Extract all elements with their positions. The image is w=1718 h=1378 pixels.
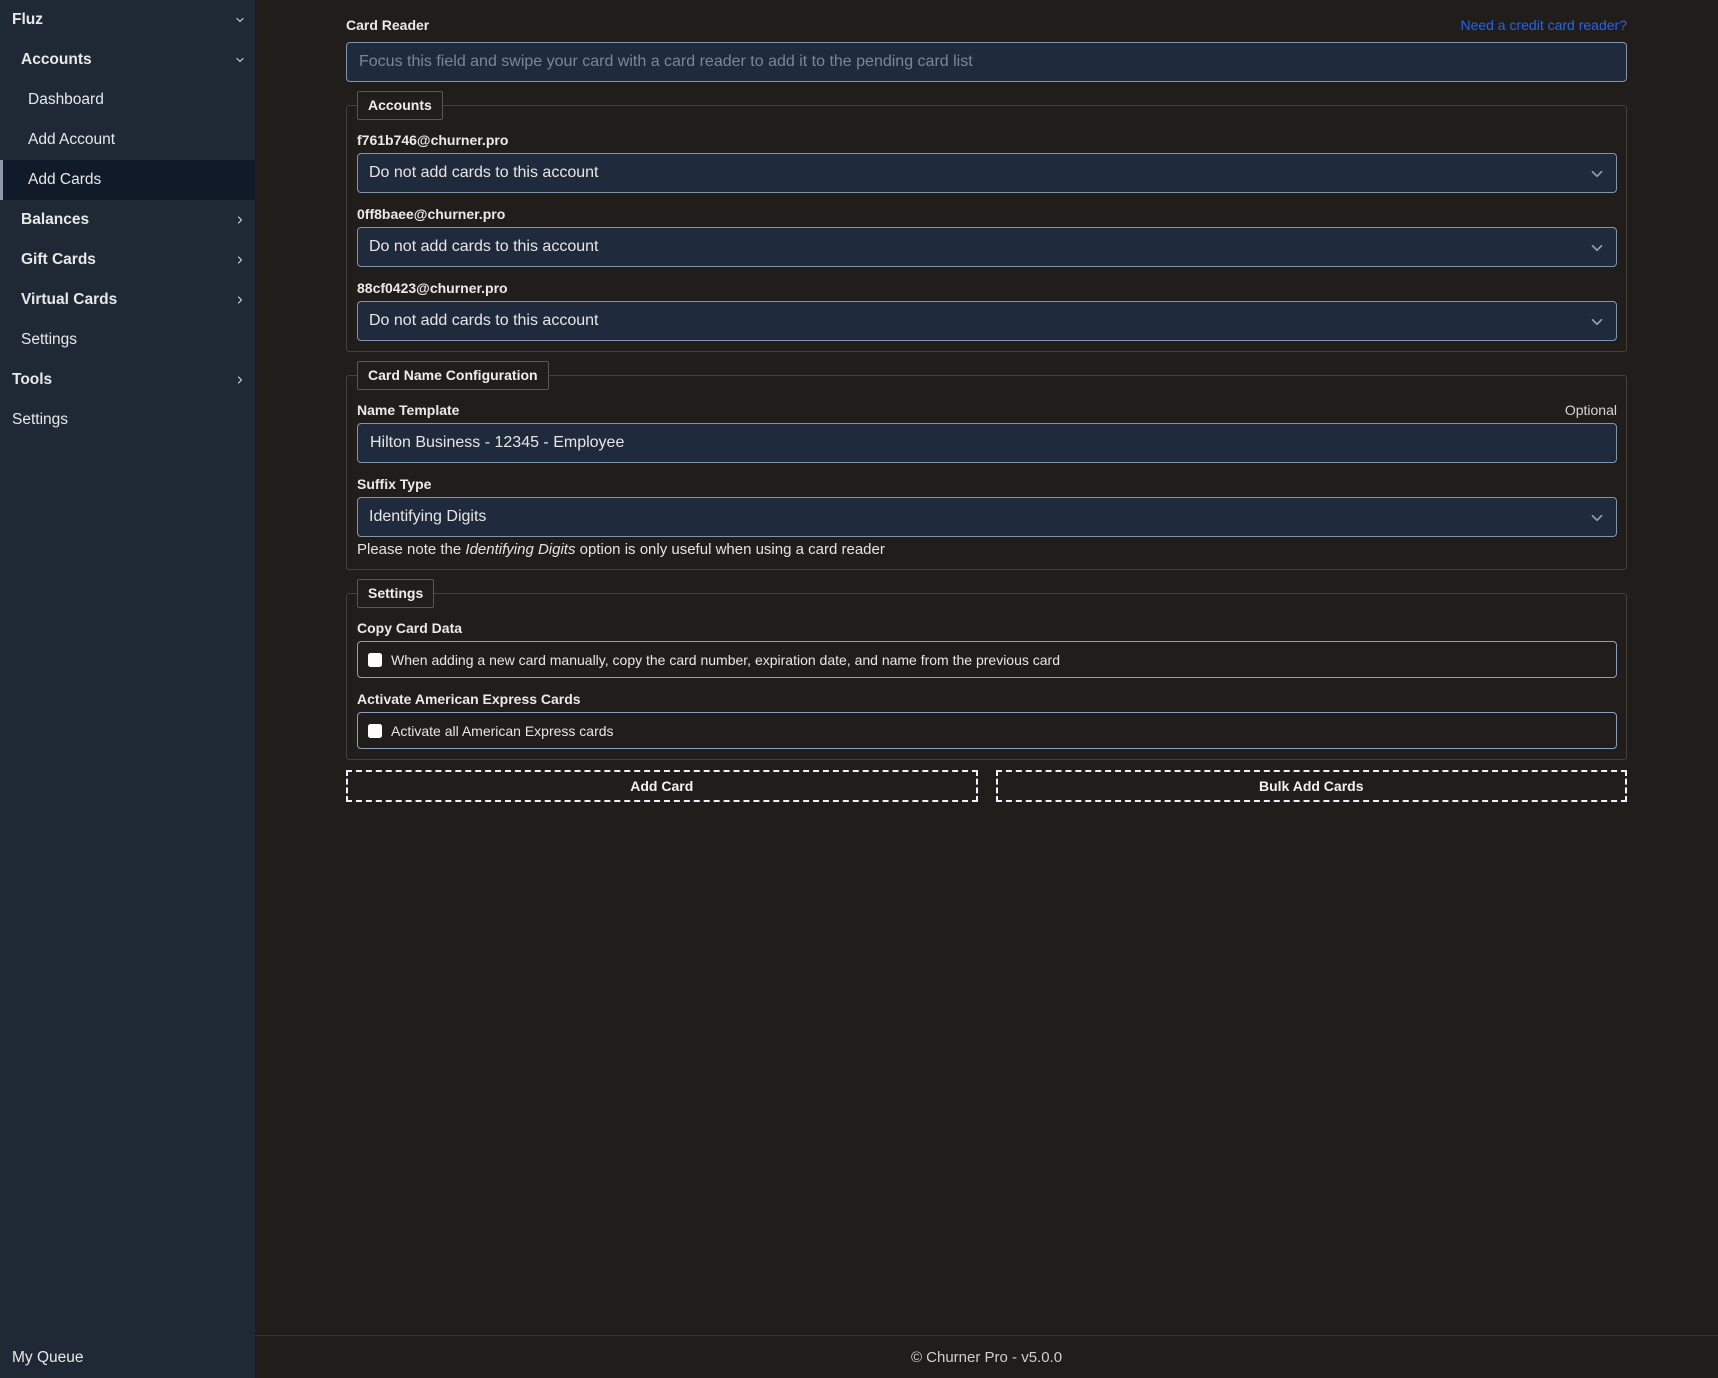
add-card-button[interactable]: Add Card (346, 770, 978, 802)
content: Card Reader Need a credit card reader? A… (346, 0, 1627, 1335)
sidebar-item-settings-sub[interactable]: Settings (0, 320, 255, 360)
sidebar-item-label: Tools (12, 371, 52, 389)
copy-card-data-label: Copy Card Data (357, 619, 1617, 638)
settings-fieldset: Settings Copy Card Data When adding a ne… (346, 579, 1627, 760)
card-reader-input[interactable] (346, 42, 1627, 82)
accounts-fieldset: Accounts f761b746@churner.pro Do not add… (346, 91, 1627, 352)
account-email-label: 0ff8baee@churner.pro (357, 205, 1617, 224)
chevron-right-icon (234, 254, 246, 266)
sidebar-item-label: Gift Cards (21, 251, 96, 269)
optional-label: Optional (1565, 401, 1617, 420)
card-name-legend: Card Name Configuration (357, 361, 549, 390)
checkbox-label: Activate all American Express cards (391, 723, 614, 739)
chevron-down-icon (234, 54, 246, 66)
suffix-type-label: Suffix Type (357, 475, 1617, 494)
sidebar-item-label: Settings (21, 331, 77, 349)
sidebar: Fluz Accounts Dashboard Add Account Add … (0, 0, 255, 1378)
copy-card-data-row[interactable]: When adding a new card manually, copy th… (357, 641, 1617, 678)
accounts-legend: Accounts (357, 91, 443, 120)
sidebar-item-balances[interactable]: Balances (0, 200, 255, 240)
activate-amex-row[interactable]: Activate all American Express cards (357, 712, 1617, 749)
sidebar-item-label: Accounts (21, 51, 92, 69)
select-value: Do not add cards to this account (369, 312, 598, 330)
chevron-down-icon (1588, 509, 1606, 527)
sidebar-item-label: Settings (12, 411, 68, 429)
sidebar-item-my-queue[interactable]: My Queue (0, 1338, 255, 1378)
card-reader-label: Card Reader (346, 16, 429, 35)
select-value: Do not add cards to this account (369, 238, 598, 256)
sidebar-item-add-cards[interactable]: Add Cards (0, 160, 255, 200)
main-area: Card Reader Need a credit card reader? A… (255, 0, 1718, 1378)
name-template-label: Name Template (357, 401, 459, 420)
suffix-type-select[interactable]: Identifying Digits (357, 497, 1617, 537)
sidebar-item-label: My Queue (12, 1349, 84, 1367)
activate-amex-label: Activate American Express Cards (357, 690, 1617, 709)
sidebar-item-tools[interactable]: Tools (0, 360, 255, 400)
need-card-reader-link[interactable]: Need a credit card reader? (1460, 16, 1627, 35)
chevron-down-icon (234, 14, 246, 26)
select-value: Identifying Digits (369, 508, 486, 526)
sidebar-item-dashboard[interactable]: Dashboard (0, 80, 255, 120)
chevron-down-icon (1588, 313, 1606, 331)
name-template-input[interactable] (357, 423, 1617, 463)
bulk-add-cards-button[interactable]: Bulk Add Cards (996, 770, 1628, 802)
sidebar-item-label: Virtual Cards (21, 291, 117, 309)
sidebar-item-settings[interactable]: Settings (0, 400, 255, 440)
sidebar-item-fluz[interactable]: Fluz (0, 0, 255, 40)
chevron-right-icon (234, 214, 246, 226)
account-select[interactable]: Do not add cards to this account (357, 153, 1617, 193)
sidebar-item-label: Add Account (28, 131, 115, 149)
settings-legend: Settings (357, 579, 434, 608)
chevron-right-icon (234, 374, 246, 386)
sidebar-item-add-account[interactable]: Add Account (0, 120, 255, 160)
suffix-note: Please note the Identifying Digits optio… (357, 541, 1617, 559)
footer-text: © Churner Pro - v5.0.0 (911, 1349, 1062, 1366)
sidebar-item-label: Add Cards (28, 171, 101, 189)
card-name-fieldset: Card Name Configuration Name Template Op… (346, 361, 1627, 570)
chevron-right-icon (234, 294, 246, 306)
account-email-label: 88cf0423@churner.pro (357, 279, 1617, 298)
activate-amex-checkbox[interactable] (368, 724, 382, 738)
select-value: Do not add cards to this account (369, 164, 598, 182)
account-email-label: f761b746@churner.pro (357, 131, 1617, 150)
account-select[interactable]: Do not add cards to this account (357, 301, 1617, 341)
sidebar-item-label: Balances (21, 211, 89, 229)
sidebar-item-label: Fluz (12, 11, 43, 29)
checkbox-label: When adding a new card manually, copy th… (391, 652, 1060, 668)
chevron-down-icon (1588, 239, 1606, 257)
footer: © Churner Pro - v5.0.0 (255, 1335, 1718, 1378)
account-select[interactable]: Do not add cards to this account (357, 227, 1617, 267)
sidebar-item-accounts[interactable]: Accounts (0, 40, 255, 80)
sidebar-item-label: Dashboard (28, 91, 104, 109)
sidebar-item-gift-cards[interactable]: Gift Cards (0, 240, 255, 280)
chevron-down-icon (1588, 165, 1606, 183)
sidebar-item-virtual-cards[interactable]: Virtual Cards (0, 280, 255, 320)
copy-card-data-checkbox[interactable] (368, 653, 382, 667)
